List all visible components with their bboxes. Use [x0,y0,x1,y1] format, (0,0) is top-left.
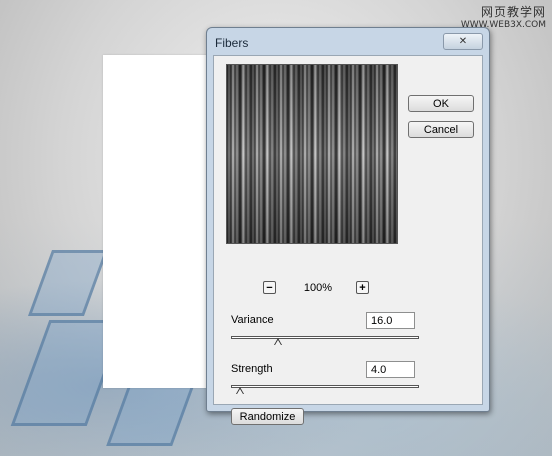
dialog-titlebar[interactable]: Fibers ✕ [207,28,489,54]
ok-button[interactable]: OK [408,95,474,112]
document-canvas [103,55,209,388]
background-shape [27,250,109,316]
watermark-title: 网页教学网 [480,5,546,19]
dialog-body: OK Cancel − 100% + Variance Strength Ran… [213,55,483,425]
variance-input[interactable] [366,312,415,329]
plus-icon: + [359,282,366,294]
zoom-level: 100% [303,282,333,294]
randomize-button[interactable]: Randomize [231,408,304,425]
filter-preview[interactable] [226,64,398,244]
strength-slider-track[interactable] [231,385,419,388]
zoom-out-button[interactable]: − [263,281,276,294]
close-icon: ✕ [458,36,468,47]
cancel-button[interactable]: Cancel [408,121,474,138]
strength-input[interactable] [366,361,415,378]
dialog-title: Fibers [215,36,249,50]
strength-label: Strength [231,363,273,375]
close-button[interactable]: ✕ [443,33,483,50]
minus-icon: − [266,282,273,294]
variance-slider-track[interactable] [231,336,419,339]
fibers-dialog: Fibers ✕ OK Cancel − 100% + Variance Str… [206,27,490,425]
variance-label: Variance [231,314,274,326]
zoom-in-button[interactable]: + [356,281,369,294]
variance-slider-thumb[interactable] [274,338,282,345]
strength-slider-thumb[interactable] [236,387,245,394]
preview-shading [227,65,397,243]
